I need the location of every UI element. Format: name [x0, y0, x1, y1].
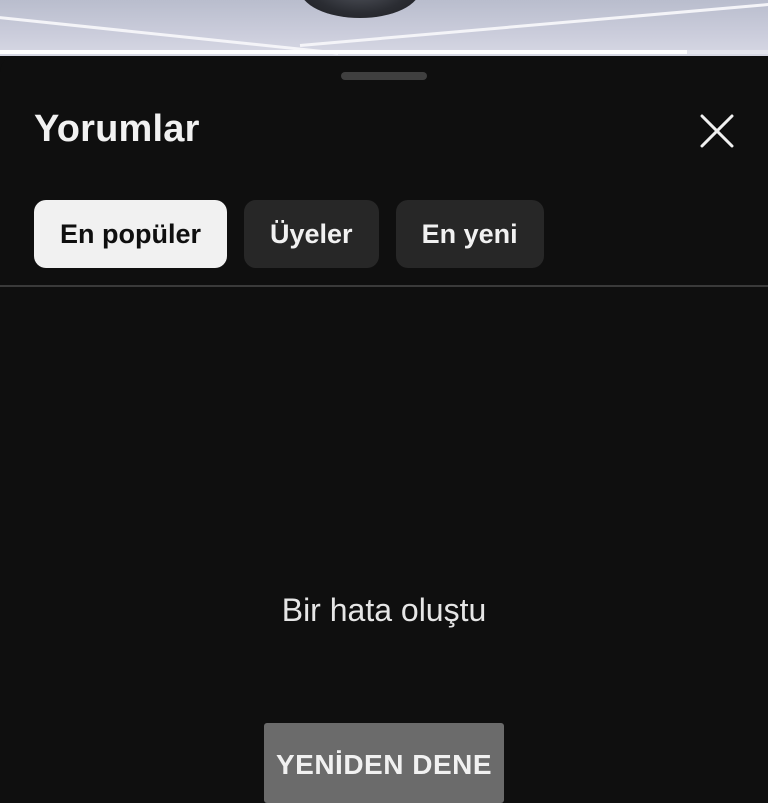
close-icon [700, 114, 734, 148]
sort-chips: En popüler Üyeler En yeni [34, 200, 544, 268]
video-progress-fill [0, 50, 688, 54]
drag-handle[interactable] [341, 72, 427, 80]
sheet-title: Yorumlar [34, 108, 200, 150]
divider [0, 285, 768, 287]
chip-members[interactable]: Üyeler [244, 200, 379, 268]
video-progress-bar[interactable] [0, 50, 768, 54]
comments-sheet: Yorumlar En popüler Üyeler En yeni Bir h… [0, 56, 768, 803]
chip-newest[interactable]: En yeni [395, 200, 544, 268]
error-message: Bir hata oluştu [281, 592, 487, 628]
close-button[interactable] [692, 106, 742, 156]
video-player[interactable] [0, 0, 768, 56]
video-frame-object [300, 0, 420, 18]
chip-top-comments[interactable]: En popüler [34, 200, 227, 268]
video-frame-line [0, 14, 339, 55]
retry-button[interactable]: YENİDEN DENE [264, 723, 504, 803]
